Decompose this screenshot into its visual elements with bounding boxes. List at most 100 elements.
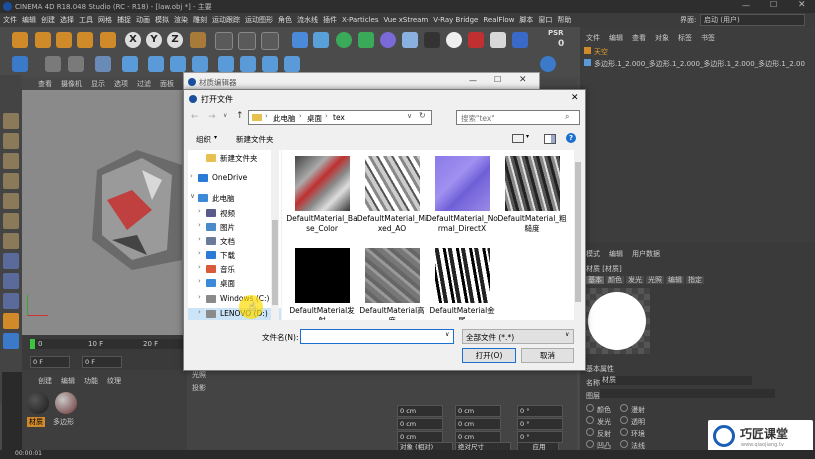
- file-item[interactable]: DefaultMaterial发射: [286, 246, 358, 320]
- workplane-mode-icon[interactable]: [3, 173, 19, 189]
- workplane-lock-icon[interactable]: [3, 333, 19, 349]
- material-swatch-1[interactable]: [55, 392, 77, 414]
- lock-icon[interactable]: [262, 56, 278, 72]
- model-mode-icon[interactable]: [45, 56, 61, 72]
- menu-item[interactable]: 流水线: [297, 13, 318, 27]
- nav-item[interactable]: › 桌面: [188, 277, 281, 291]
- view-dropdown-icon[interactable]: ▾: [526, 133, 529, 140]
- light-icon[interactable]: [446, 32, 462, 48]
- scale-tool-icon[interactable]: [56, 32, 72, 48]
- filename-dropdown-icon[interactable]: ∨: [445, 331, 449, 338]
- menu-item[interactable]: 模拟: [155, 13, 169, 27]
- x-position-field[interactable]: 0 cm: [397, 405, 443, 417]
- axis-z-button[interactable]: Z: [167, 32, 183, 48]
- channel-checkbox[interactable]: [586, 440, 594, 448]
- nav-item[interactable]: › 图片: [188, 221, 281, 235]
- object-menu-item[interactable]: 对象: [655, 34, 669, 42]
- attribute-tab[interactable]: 指定: [686, 276, 704, 284]
- file-item[interactable]: DefaultMaterial金属: [426, 246, 498, 320]
- object-menu-item[interactable]: 编辑: [609, 34, 623, 42]
- cube-icon[interactable]: [292, 32, 308, 48]
- sphere-icon[interactable]: [540, 56, 556, 72]
- dialog-close-button[interactable]: ✕: [571, 93, 579, 103]
- move-tool-icon[interactable]: [35, 32, 51, 48]
- material-menu-item[interactable]: 纹理: [107, 377, 121, 385]
- forward-arrow-icon[interactable]: →: [208, 112, 216, 122]
- object-menu-item[interactable]: 查看: [632, 34, 646, 42]
- snap-toggle-icon[interactable]: [3, 313, 19, 329]
- organize-menu[interactable]: 组织: [196, 134, 211, 145]
- pen-icon[interactable]: [313, 32, 329, 48]
- channel-checkbox[interactable]: [620, 404, 628, 412]
- channel-checkbox[interactable]: [586, 416, 594, 424]
- render-view-icon[interactable]: [215, 32, 233, 50]
- select-tool-icon[interactable]: [12, 32, 28, 48]
- path-segment-tex[interactable]: tex: [333, 113, 345, 122]
- p-rotation-field[interactable]: 0 °: [517, 418, 563, 430]
- channel-row[interactable]: 颜色: [586, 404, 611, 416]
- maximize-button[interactable]: ☐: [770, 0, 777, 9]
- cancel-button[interactable]: 取消: [521, 348, 574, 363]
- expand-chevron-icon[interactable]: ›: [198, 249, 201, 257]
- layer-field[interactable]: [600, 389, 775, 398]
- array-icon[interactable]: [358, 32, 374, 48]
- menu-item[interactable]: 网格: [98, 13, 112, 27]
- object-menu-item[interactable]: 标签: [678, 34, 692, 42]
- view-options-icon[interactable]: [512, 134, 524, 143]
- expand-chevron-icon[interactable]: ›: [190, 172, 193, 180]
- viewport-menu-item[interactable]: 显示: [91, 80, 105, 88]
- path-segment-desktop[interactable]: 桌面: [307, 113, 322, 124]
- path-segment-this-pc[interactable]: 此电脑: [273, 113, 296, 124]
- expand-chevron-icon[interactable]: ∨: [190, 192, 195, 200]
- file-item[interactable]: DefaultMaterial_Mixed_AO: [356, 154, 428, 242]
- enable-axis-icon[interactable]: [3, 253, 19, 269]
- new-folder-button[interactable]: 新建文件夹: [236, 134, 274, 145]
- channel-checkbox[interactable]: [586, 428, 594, 436]
- nav-item[interactable]: › 视频: [188, 207, 281, 221]
- object-row-sky[interactable]: 天空: [584, 47, 809, 57]
- attribute-tab[interactable]: 光照: [646, 276, 664, 284]
- menu-item[interactable]: X-Particles: [342, 13, 378, 27]
- editor-close-button[interactable]: ✕: [519, 75, 527, 85]
- floor-icon[interactable]: [402, 32, 418, 48]
- attribute-tab[interactable]: 颜色: [606, 276, 624, 284]
- viewport-menu-item[interactable]: 查看: [38, 80, 52, 88]
- points-icon[interactable]: [3, 193, 19, 209]
- material-menu-item[interactable]: 编辑: [61, 377, 75, 385]
- vray-icon[interactable]: [490, 32, 506, 48]
- y-position-field[interactable]: 0 cm: [397, 418, 443, 430]
- menu-item[interactable]: 脚本: [519, 13, 533, 27]
- workplane-icon[interactable]: [240, 56, 256, 72]
- attribute-tab[interactable]: 基本: [586, 276, 604, 284]
- menu-item[interactable]: 窗口: [538, 13, 552, 27]
- grid-icon[interactable]: [284, 56, 300, 72]
- minimize-button[interactable]: —: [742, 1, 750, 10]
- model-icon[interactable]: [3, 133, 19, 149]
- menu-item[interactable]: 编辑: [22, 13, 36, 27]
- viewport-menu-item[interactable]: 摄像机: [61, 80, 82, 88]
- menu-item[interactable]: RealFlow: [483, 13, 514, 27]
- file-item[interactable]: DefaultMaterial高度: [356, 246, 428, 320]
- start-frame-field[interactable]: 0 F: [82, 356, 122, 368]
- channel-row[interactable]: 漫射: [620, 404, 645, 416]
- menu-item[interactable]: 创建: [41, 13, 55, 27]
- menu-item[interactable]: Vue xStream: [383, 13, 428, 27]
- menu-item[interactable]: 动画: [136, 13, 150, 27]
- file-item[interactable]: DefaultMaterial_粗糙度: [496, 154, 568, 242]
- x-size-field[interactable]: 0 cm: [455, 405, 501, 417]
- editor-maximize-button[interactable]: ☐: [494, 75, 501, 84]
- poly-mode-icon[interactable]: [148, 56, 164, 72]
- deformer-icon[interactable]: [380, 32, 396, 48]
- layout-select[interactable]: 启动 (用户): [700, 14, 805, 26]
- expand-chevron-icon[interactable]: ›: [198, 293, 201, 301]
- make-editable-icon[interactable]: [3, 113, 19, 129]
- solo-icon[interactable]: [3, 293, 19, 309]
- attribute-menu-item[interactable]: 用户数据: [632, 250, 660, 258]
- back-arrow-icon[interactable]: ←: [191, 112, 199, 122]
- file-item[interactable]: DefaultMaterial_Base_Color: [286, 154, 358, 242]
- object-row-polygon[interactable]: 多边形.1_2.000_多边形.1_2.000_多边形.1_2.000_多边形.…: [584, 59, 809, 69]
- realflow-icon[interactable]: [512, 32, 528, 48]
- axis-y-button[interactable]: Y: [146, 32, 162, 48]
- nav-item[interactable]: ›LENOVO (D:): [188, 308, 281, 320]
- render-picture-icon[interactable]: [238, 32, 256, 50]
